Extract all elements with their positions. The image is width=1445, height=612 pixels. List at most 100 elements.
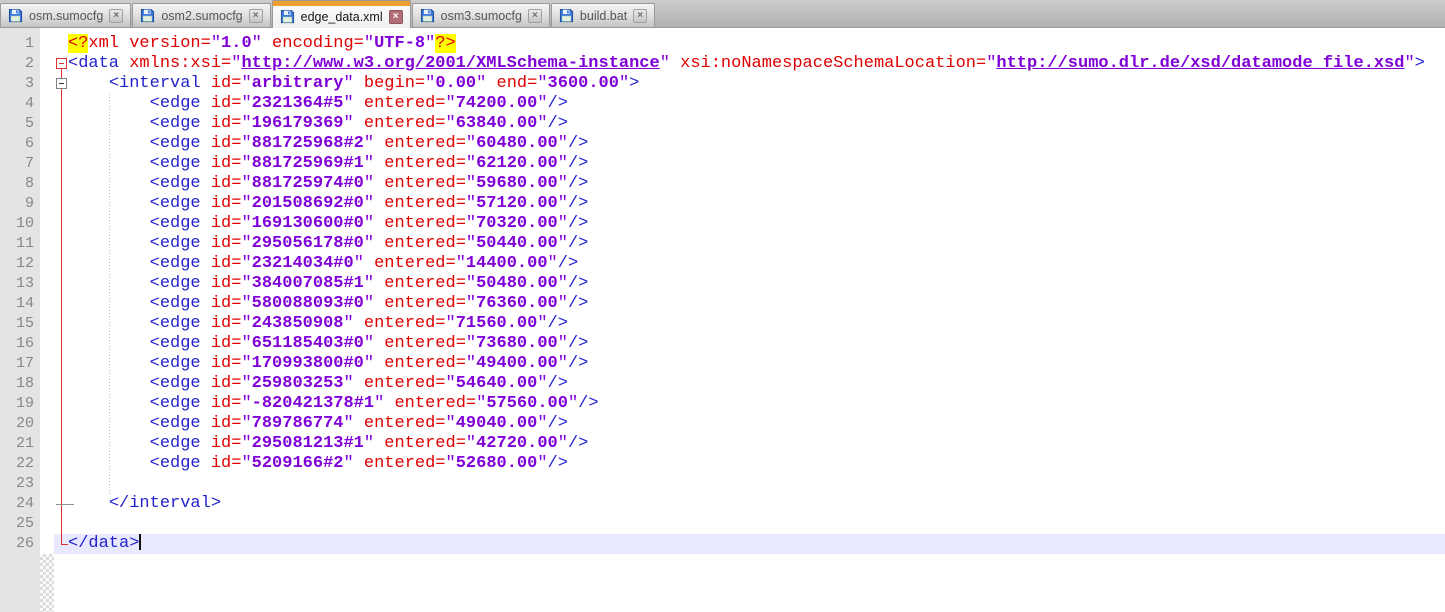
line-number[interactable]: 18 — [0, 374, 40, 394]
code-line[interactable]: 17 <edge id="170993800#0" entered="49400… — [0, 354, 1445, 374]
tab-close-icon[interactable]: × — [389, 10, 403, 24]
line-body[interactable]: <edge id="243850908" entered="71560.00"/… — [54, 314, 1445, 334]
line-number[interactable]: 14 — [0, 294, 40, 314]
line-body[interactable]: <edge id="2321364#5" entered="74200.00"/… — [54, 94, 1445, 114]
line-body[interactable]: <edge id="881725969#1" entered="62120.00… — [54, 154, 1445, 174]
floppy-save-icon — [420, 8, 435, 23]
tab-close-icon[interactable]: × — [633, 9, 647, 23]
floppy-save-icon — [559, 8, 574, 23]
code-line[interactable]: 20 <edge id="789786774" entered="49040.0… — [0, 414, 1445, 434]
fold-guide-corner — [61, 544, 68, 545]
code-line[interactable]: 23 — [0, 474, 1445, 494]
code-line[interactable]: 2 <data xmlns:xsi="http://www.w3.org/2001… — [0, 54, 1445, 74]
notepad-window: osm.sumocfg×osm2.sumocfg×edge_data.xml×o… — [0, 0, 1445, 612]
fold-guide-line — [61, 69, 62, 544]
line-number[interactable]: 12 — [0, 254, 40, 274]
line-body[interactable] — [54, 514, 1445, 534]
tab-build-bat[interactable]: build.bat× — [551, 3, 655, 27]
line-number[interactable]: 19 — [0, 394, 40, 414]
line-number[interactable]: 8 — [0, 174, 40, 194]
line-body[interactable]: <edge id="881725974#0" entered="59680.00… — [54, 174, 1445, 194]
line-body[interactable]: <edge id="23214034#0" entered="14400.00"… — [54, 254, 1445, 274]
code-line[interactable]: 26 </data> — [0, 534, 1445, 554]
code-line[interactable]: 12 <edge id="23214034#0" entered="14400.… — [0, 254, 1445, 274]
line-number[interactable]: 2 — [0, 54, 40, 74]
line-number[interactable]: 23 — [0, 474, 40, 494]
code-line[interactable]: 15 <edge id="243850908" entered="71560.0… — [0, 314, 1445, 334]
line-number[interactable]: 9 — [0, 194, 40, 214]
line-number[interactable]: 16 — [0, 334, 40, 354]
line-number[interactable]: 11 — [0, 234, 40, 254]
tab-edge-data-xml[interactable]: edge_data.xml× — [272, 0, 411, 28]
tab-label: osm2.sumocfg — [160, 9, 243, 23]
tab-osm-sumocfg[interactable]: osm.sumocfg × — [0, 3, 131, 27]
tab-close-icon[interactable]: × — [109, 9, 123, 23]
current-line-body[interactable]: </data> — [54, 534, 1445, 554]
line-body[interactable]: <edge id="5209166#2" entered="52680.00"/… — [54, 454, 1445, 474]
code-line[interactable]: 24 </interval> — [0, 494, 1445, 514]
code-line[interactable]: 6 <edge id="881725968#2" entered="60480.… — [0, 134, 1445, 154]
line-number[interactable]: 6 — [0, 134, 40, 154]
line-number[interactable]: 13 — [0, 274, 40, 294]
floppy-save-icon — [280, 9, 295, 24]
code-line[interactable]: 21 <edge id="295081213#1" entered="42720… — [0, 434, 1445, 454]
line-number[interactable]: 17 — [0, 354, 40, 374]
editor-pane[interactable]: 1<?xml version="1.0" encoding="UTF-8"?>2… — [0, 28, 1445, 612]
line-number[interactable]: 4 — [0, 94, 40, 114]
code-line[interactable]: 10 <edge id="169130600#0" entered="70320… — [0, 214, 1445, 234]
code-line[interactable]: 7 <edge id="881725969#1" entered="62120.… — [0, 154, 1445, 174]
code-line[interactable]: 3 <interval id="arbitrary" begin="0.00" … — [0, 74, 1445, 94]
line-body[interactable]: <edge id="169130600#0" entered="70320.00… — [54, 214, 1445, 234]
line-number[interactable]: 1 — [0, 34, 40, 54]
line-body[interactable]: <edge id="-820421378#1" entered="57560.0… — [54, 394, 1445, 414]
line-number[interactable]: 3 — [0, 74, 40, 94]
line-body[interactable]: <interval id="arbitrary" begin="0.00" en… — [54, 74, 1445, 94]
code-line[interactable]: 16 <edge id="651185403#0" entered="73680… — [0, 334, 1445, 354]
code-line[interactable]: 22 <edge id="5209166#2" entered="52680.0… — [0, 454, 1445, 474]
line-body[interactable]: <edge id="580088093#0" entered="76360.00… — [54, 294, 1445, 314]
line-body[interactable]: <edge id="651185403#0" entered="73680.00… — [54, 334, 1445, 354]
line-body[interactable] — [54, 474, 1445, 494]
code-line[interactable]: 5 <edge id="196179369" entered="63840.00… — [0, 114, 1445, 134]
tab-close-icon[interactable]: × — [528, 9, 542, 23]
line-body[interactable]: </interval> — [54, 494, 1445, 514]
code-line[interactable]: 19 <edge id="-820421378#1" entered="5756… — [0, 394, 1445, 414]
code-line[interactable]: 1 <?xml version="1.0" encoding="UTF-8"?> — [0, 34, 1445, 54]
fold-toggle-collapse-icon[interactable] — [56, 58, 67, 69]
tab-label: osm.sumocfg — [28, 9, 104, 23]
tab-osm3-sumocfg[interactable]: osm3.sumocfg× — [412, 3, 550, 27]
line-number[interactable]: 25 — [0, 514, 40, 534]
line-number[interactable]: 10 — [0, 214, 40, 234]
line-body[interactable]: <edge id="295081213#1" entered="42720.00… — [54, 434, 1445, 454]
code-line[interactable]: 11 <edge id="295056178#0" entered="50440… — [0, 234, 1445, 254]
code-line[interactable]: 4 <edge id="2321364#5" entered="74200.00… — [0, 94, 1445, 114]
line-number[interactable]: 22 — [0, 454, 40, 474]
line-number[interactable]: 7 — [0, 154, 40, 174]
line-number[interactable]: 15 — [0, 314, 40, 334]
code-line[interactable]: 14 <edge id="580088093#0" entered="76360… — [0, 294, 1445, 314]
line-body[interactable]: <edge id="295056178#0" entered="50440.00… — [54, 234, 1445, 254]
line-body[interactable]: <edge id="881725968#2" entered="60480.00… — [54, 134, 1445, 154]
line-number[interactable]: 21 — [0, 434, 40, 454]
line-body[interactable]: <edge id="789786774" entered="49040.00"/… — [54, 414, 1445, 434]
code-line[interactable]: 8 <edge id="881725974#0" entered="59680.… — [0, 174, 1445, 194]
line-number[interactable]: 5 — [0, 114, 40, 134]
line-body[interactable]: <edge id="201508692#0" entered="57120.00… — [54, 194, 1445, 214]
line-body[interactable]: <edge id="170993800#0" entered="49400.00… — [54, 354, 1445, 374]
code-line[interactable]: 13 <edge id="384007085#1" entered="50480… — [0, 274, 1445, 294]
tab-osm2-sumocfg[interactable]: osm2.sumocfg × — [132, 3, 270, 27]
text-caret — [139, 534, 141, 550]
line-number[interactable]: 20 — [0, 414, 40, 434]
line-body[interactable]: <data xmlns:xsi="http://www.w3.org/2001/… — [54, 54, 1445, 74]
line-number[interactable]: 26 — [0, 534, 40, 554]
line-number[interactable]: 24 — [0, 494, 40, 514]
code-line[interactable]: 18 <edge id="259803253" entered="54640.0… — [0, 374, 1445, 394]
line-body[interactable]: <edge id="259803253" entered="54640.00"/… — [54, 374, 1445, 394]
tab-close-icon[interactable]: × — [249, 9, 263, 23]
line-body[interactable]: <?xml version="1.0" encoding="UTF-8"?> — [54, 34, 1445, 54]
line-body[interactable]: <edge id="196179369" entered="63840.00"/… — [54, 114, 1445, 134]
code-line[interactable]: 9 <edge id="201508692#0" entered="57120.… — [0, 194, 1445, 214]
line-body[interactable]: <edge id="384007085#1" entered="50480.00… — [54, 274, 1445, 294]
fold-toggle-collapse-icon[interactable] — [56, 78, 67, 89]
code-line[interactable]: 25 — [0, 514, 1445, 534]
